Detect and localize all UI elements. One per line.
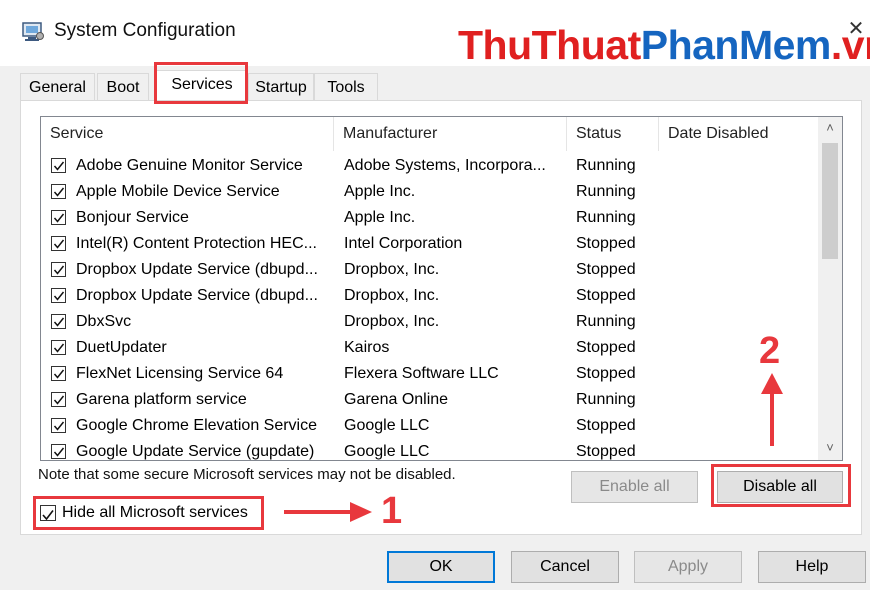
column-manufacturer[interactable]: Manufacturer — [334, 117, 567, 151]
service-name: Bonjour Service — [76, 209, 189, 226]
service-checkbox[interactable] — [51, 236, 66, 251]
service-name: Dropbox Update Service (dbupd... — [76, 287, 318, 304]
table-row[interactable]: DbxSvc Dropbox, Inc. Running — [41, 309, 816, 335]
service-checkbox[interactable] — [51, 392, 66, 407]
service-status: Stopped — [576, 417, 636, 434]
service-status: Stopped — [576, 339, 636, 356]
msconfig-icon — [22, 22, 44, 42]
tab-services[interactable]: Services — [156, 70, 248, 103]
table-row[interactable]: Dropbox Update Service (dbupd... Dropbox,… — [41, 283, 816, 309]
scrollbar-thumb[interactable] — [822, 143, 838, 259]
close-icon[interactable]: ✕ — [845, 18, 867, 40]
service-checkbox[interactable] — [51, 314, 66, 329]
service-status: Running — [576, 157, 636, 174]
table-row[interactable]: Apple Mobile Device Service Apple Inc. Run… — [41, 179, 816, 205]
table-row[interactable]: FlexNet Licensing Service 64 Flexera Soft… — [41, 361, 816, 387]
tab-startup[interactable]: Startup — [248, 73, 314, 101]
table-row[interactable]: Dropbox Update Service (dbupd... Dropbox,… — [41, 257, 816, 283]
hide-microsoft-services-checkbox[interactable] — [40, 505, 56, 521]
tab-general[interactable]: General — [20, 73, 95, 101]
service-checkbox[interactable] — [51, 158, 66, 173]
manufacturer-name: Dropbox, Inc. — [344, 287, 440, 304]
disable-all-button[interactable]: Disable all — [717, 471, 843, 503]
service-status: Stopped — [576, 365, 636, 382]
table-row[interactable]: Intel(R) Content Protection HEC... Intel … — [41, 231, 816, 257]
tab-tools[interactable]: Tools — [314, 73, 378, 101]
manufacturer-name: Apple Inc. — [344, 183, 416, 200]
enable-all-button[interactable]: Enable all — [571, 471, 698, 503]
column-date-disabled[interactable]: Date Disabled — [659, 117, 816, 151]
title-bar: System Configuration ThuThuatPhanMem.vn … — [0, 0, 870, 69]
cancel-button[interactable]: Cancel — [511, 551, 619, 583]
service-status: Stopped — [576, 261, 636, 278]
ok-button[interactable]: OK — [387, 551, 495, 583]
service-name: Google Chrome Elevation Service — [76, 417, 318, 434]
manufacturer-name: Kairos — [344, 339, 390, 356]
service-checkbox[interactable] — [51, 210, 66, 225]
scroll-up-icon[interactable]: ˄ — [818, 117, 842, 139]
tab-boot[interactable]: Boot — [97, 73, 149, 101]
table-row[interactable]: Garena platform service Garena Online Runn… — [41, 387, 816, 413]
service-name: Adobe Genuine Monitor Service — [76, 157, 303, 174]
manufacturer-name: Garena Online — [344, 391, 449, 408]
manufacturer-name: Google LLC — [344, 417, 430, 434]
service-checkbox[interactable] — [51, 418, 66, 433]
help-button[interactable]: Help — [758, 551, 866, 583]
hide-microsoft-services-label: Hide all Microsoft services — [62, 504, 248, 521]
service-name: Apple Mobile Device Service — [76, 183, 280, 200]
table-row[interactable]: Google Chrome Elevation Service Google LL… — [41, 413, 816, 439]
vertical-scrollbar[interactable]: ˄ ˅ — [818, 117, 842, 460]
table-row[interactable]: DuetUpdater Kairos Stopped — [41, 335, 816, 361]
manufacturer-name: Google LLC — [344, 443, 430, 460]
column-service[interactable]: Service — [41, 117, 334, 151]
manufacturer-name: Flexera Software LLC — [344, 365, 499, 382]
table-row[interactable]: Google Update Service (gupdate) Google LL… — [41, 439, 816, 460]
service-checkbox[interactable] — [51, 444, 66, 459]
service-name: Google Update Service (gupdate) — [76, 443, 315, 460]
note-text: Note that some secure Microsoft services… — [38, 466, 456, 483]
service-status: Stopped — [576, 235, 636, 252]
service-checkbox[interactable] — [51, 366, 66, 381]
system-configuration-window: System Configuration ThuThuatPhanMem.vn … — [0, 0, 870, 590]
service-status: Running — [576, 391, 636, 408]
manufacturer-name: Dropbox, Inc. — [344, 313, 440, 330]
window-title: System Configuration — [54, 20, 236, 41]
service-checkbox[interactable] — [51, 340, 66, 355]
service-name: FlexNet Licensing Service 64 — [76, 365, 284, 382]
services-list[interactable]: Service Manufacturer Status Date Disable… — [40, 116, 843, 461]
arrow-right-icon — [284, 502, 372, 522]
manufacturer-name: Dropbox, Inc. — [344, 261, 440, 278]
table-row[interactable]: Bonjour Service Apple Inc. Running — [41, 205, 816, 231]
step-number-one: 1 — [381, 490, 403, 532]
watermark-part2: PhanMem — [640, 22, 832, 68]
scroll-down-icon[interactable]: ˅ — [818, 437, 842, 459]
arrow-up-icon — [761, 373, 783, 446]
list-header: Service Manufacturer Status Date Disable… — [41, 117, 816, 151]
watermark-part1: ThuThuat — [458, 22, 641, 68]
service-name: Intel(R) Content Protection HEC... — [76, 235, 317, 252]
service-status: Running — [576, 313, 636, 330]
service-name: Dropbox Update Service (dbupd... — [76, 261, 318, 278]
manufacturer-name: Adobe Systems, Incorpora... — [344, 157, 546, 174]
apply-button[interactable]: Apply — [634, 551, 742, 583]
service-checkbox[interactable] — [51, 288, 66, 303]
service-name: DuetUpdater — [76, 339, 167, 356]
service-checkbox[interactable] — [51, 184, 66, 199]
service-status: Stopped — [576, 287, 636, 304]
service-status: Running — [576, 183, 636, 200]
service-name: DbxSvc — [76, 313, 132, 330]
watermark-logo: ThuThuatPhanMem.vn — [458, 22, 870, 69]
service-status: Running — [576, 209, 636, 226]
table-row[interactable]: Adobe Genuine Monitor Service Adobe Syste… — [41, 153, 816, 179]
service-name: Garena platform service — [76, 391, 247, 408]
service-status: Stopped — [576, 443, 636, 460]
column-status[interactable]: Status — [567, 117, 659, 151]
step-number-two: 2 — [759, 330, 781, 372]
service-checkbox[interactable] — [51, 262, 66, 277]
manufacturer-name: Apple Inc. — [344, 209, 416, 226]
manufacturer-name: Intel Corporation — [344, 235, 463, 252]
